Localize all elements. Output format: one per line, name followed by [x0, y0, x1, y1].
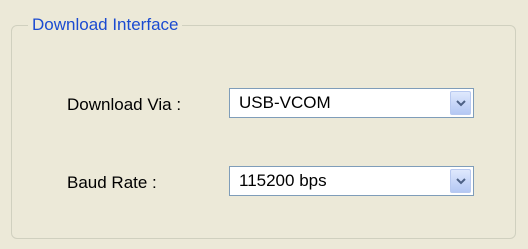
download-interface-group — [11, 25, 516, 239]
baud-rate-dropdown-button[interactable] — [450, 169, 471, 193]
baud-rate-value: 115200 bps — [239, 171, 327, 190]
baud-rate-select[interactable]: 115200 bps — [229, 166, 474, 196]
download-via-value: USB-VCOM — [239, 93, 331, 112]
group-title: Download Interface — [28, 14, 183, 36]
baud-rate-label: Baud Rate : — [67, 173, 157, 192]
download-via-select[interactable]: USB-VCOM — [229, 88, 474, 118]
download-via-label: Download Via : — [67, 95, 182, 114]
chevron-down-icon — [456, 100, 466, 107]
download-via-dropdown-button[interactable] — [450, 91, 471, 115]
chevron-down-icon — [456, 178, 466, 185]
